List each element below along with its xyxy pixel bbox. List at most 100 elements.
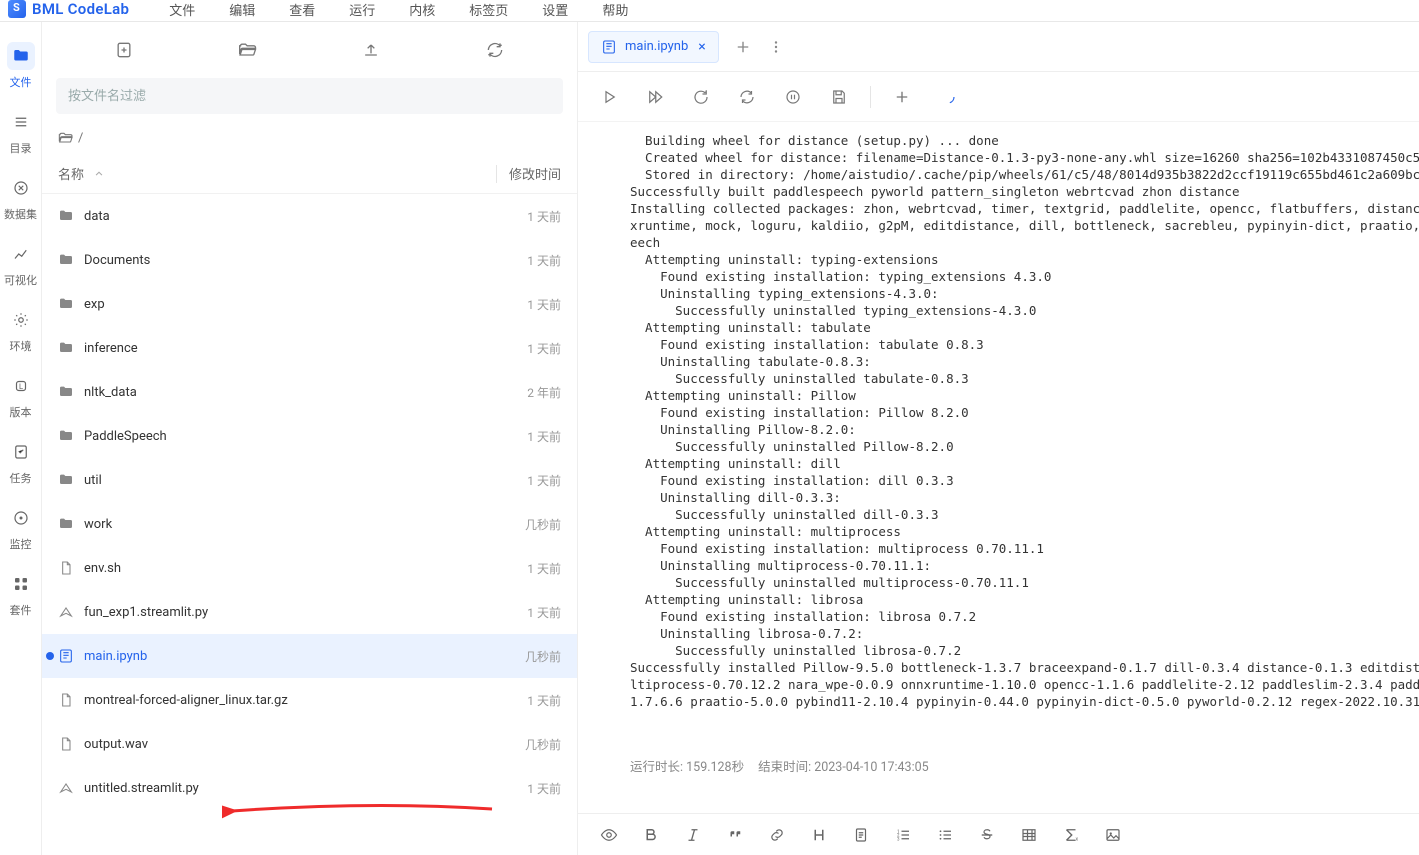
file-time: 几秒前 [525, 736, 561, 753]
menu-item[interactable]: 帮助 [602, 0, 628, 19]
heading-button[interactable] [810, 826, 828, 844]
file-row[interactable]: output.wav几秒前 [42, 722, 577, 766]
tab-main-ipynb[interactable]: main.ipynb × [588, 31, 719, 63]
file-icon [58, 560, 80, 576]
file-time: 几秒前 [525, 648, 561, 665]
link-button[interactable] [768, 826, 786, 844]
file-row[interactable]: fun_exp1.streamlit.py1 天前 [42, 590, 577, 634]
file-name: inference [80, 341, 527, 356]
file-time: 几秒前 [525, 516, 561, 533]
sidenav-item-folder[interactable]: 文件 [0, 34, 42, 100]
add-cell-button[interactable] [893, 88, 911, 106]
logo-icon [8, 0, 26, 18]
file-toolbar [42, 22, 577, 78]
menu-item[interactable]: 文件 [169, 0, 195, 19]
save-button[interactable] [830, 88, 848, 106]
output-text[interactable]: Building wheel for distance (setup.py) .… [578, 132, 1419, 710]
menu-item[interactable]: 标签页 [469, 0, 508, 19]
sidenav-item-chart[interactable]: 可视化 [0, 232, 42, 298]
file-row[interactable]: untitled.streamlit.py1 天前 [42, 766, 577, 810]
sidenav-item-tag[interactable]: 版本 [0, 364, 42, 430]
file-name: fun_exp1.streamlit.py [80, 605, 527, 620]
settings-button[interactable] [939, 88, 957, 106]
new-file-button[interactable] [104, 30, 144, 70]
file-row[interactable]: work几秒前 [42, 502, 577, 546]
file-row[interactable]: env.sh1 天前 [42, 546, 577, 590]
tab-close-button[interactable]: × [696, 39, 707, 55]
file-time: 1 天前 [527, 560, 561, 577]
preview-button[interactable] [600, 826, 618, 844]
folder-icon [58, 472, 80, 488]
side-nav: 文件目录数据集可视化环境版本任务监控套件 [0, 22, 42, 855]
file-row[interactable]: PaddleSpeech1 天前 [42, 414, 577, 458]
sidenav-label: 环境 [10, 338, 32, 354]
grid-icon [7, 570, 35, 598]
sidenav-item-task[interactable]: 任务 [0, 430, 42, 496]
sidenav-item-grid[interactable]: 套件 [0, 562, 42, 628]
file-row[interactable]: data1 天前 [42, 194, 577, 238]
menu-item[interactable]: 编辑 [229, 0, 255, 19]
refresh-button[interactable] [475, 30, 515, 70]
quote-button[interactable] [726, 826, 744, 844]
sidenav-label: 版本 [10, 404, 32, 420]
upload-button[interactable] [351, 30, 391, 70]
table-button[interactable] [1020, 826, 1038, 844]
file-time: 1 天前 [527, 340, 561, 357]
image-button[interactable] [1104, 826, 1122, 844]
menu-item[interactable]: 内核 [409, 0, 435, 19]
doc-button[interactable] [852, 826, 870, 844]
chart-icon [7, 240, 35, 268]
file-row[interactable]: exp1 天前 [42, 282, 577, 326]
file-name: PaddleSpeech [80, 429, 527, 444]
file-list-header[interactable]: 名称 修改时间 [42, 154, 577, 194]
menu-item[interactable]: 运行 [349, 0, 375, 19]
top-bar: BML CodeLab 文件 编辑 查看 运行 内核 标签页 设置 帮助 [0, 0, 1419, 22]
main-area: main.ipynb × Building wheel for distance… [578, 22, 1419, 855]
file-name: env.sh [80, 561, 527, 576]
modified-dot-icon [46, 652, 54, 660]
file-icon [58, 736, 80, 752]
new-folder-button[interactable] [228, 30, 268, 70]
tab-menu-button[interactable] [767, 38, 785, 56]
file-row[interactable]: main.ipynb几秒前 [42, 634, 577, 678]
italic-button[interactable] [684, 826, 702, 844]
unordered-list-button[interactable] [936, 826, 954, 844]
menu-item[interactable]: 设置 [542, 0, 568, 19]
file-filter-input[interactable] [56, 78, 563, 114]
interrupt-button[interactable] [784, 88, 802, 106]
file-time: 1 天前 [527, 780, 561, 797]
sidenav-item-monitor[interactable]: 监控 [0, 496, 42, 562]
formula-button[interactable] [1062, 826, 1080, 844]
runtime-value: 159.128秒 [686, 760, 744, 775]
run-button[interactable] [600, 88, 618, 106]
run-all-button[interactable] [646, 88, 664, 106]
file-time: 1 天前 [527, 208, 561, 225]
folder-icon [58, 208, 80, 224]
sidenav-item-link[interactable]: 数据集 [0, 166, 42, 232]
strike-button[interactable] [978, 826, 996, 844]
run-info: 运行时长: 159.128秒 结束时间: 2023-04-10 17:43:05 [578, 748, 1419, 785]
menu-item[interactable]: 查看 [289, 0, 315, 19]
gear-icon [7, 306, 35, 334]
file-list: data1 天前Documents1 天前exp1 天前inference1 天… [42, 194, 577, 855]
sidenav-item-gear[interactable]: 环境 [0, 298, 42, 364]
reload-button[interactable] [738, 88, 756, 106]
tag-icon [7, 372, 35, 400]
file-row[interactable]: Documents1 天前 [42, 238, 577, 282]
divider [870, 86, 871, 108]
file-name: util [80, 473, 527, 488]
ordered-list-button[interactable] [894, 826, 912, 844]
file-time: 1 天前 [527, 692, 561, 709]
sort-icon[interactable] [92, 167, 106, 181]
sidenav-item-list[interactable]: 目录 [0, 100, 42, 166]
bold-button[interactable] [642, 826, 660, 844]
file-name: main.ipynb [80, 649, 525, 664]
restart-button[interactable] [692, 88, 710, 106]
file-row[interactable]: inference1 天前 [42, 326, 577, 370]
file-row[interactable]: util1 天前 [42, 458, 577, 502]
breadcrumb[interactable]: / [42, 124, 577, 154]
file-row[interactable]: montreal-forced-aligner_linux.tar.gz1 天前 [42, 678, 577, 722]
app-logo[interactable]: BML CodeLab [2, 0, 139, 18]
new-tab-button[interactable] [729, 33, 757, 61]
file-row[interactable]: nltk_data2 年前 [42, 370, 577, 414]
